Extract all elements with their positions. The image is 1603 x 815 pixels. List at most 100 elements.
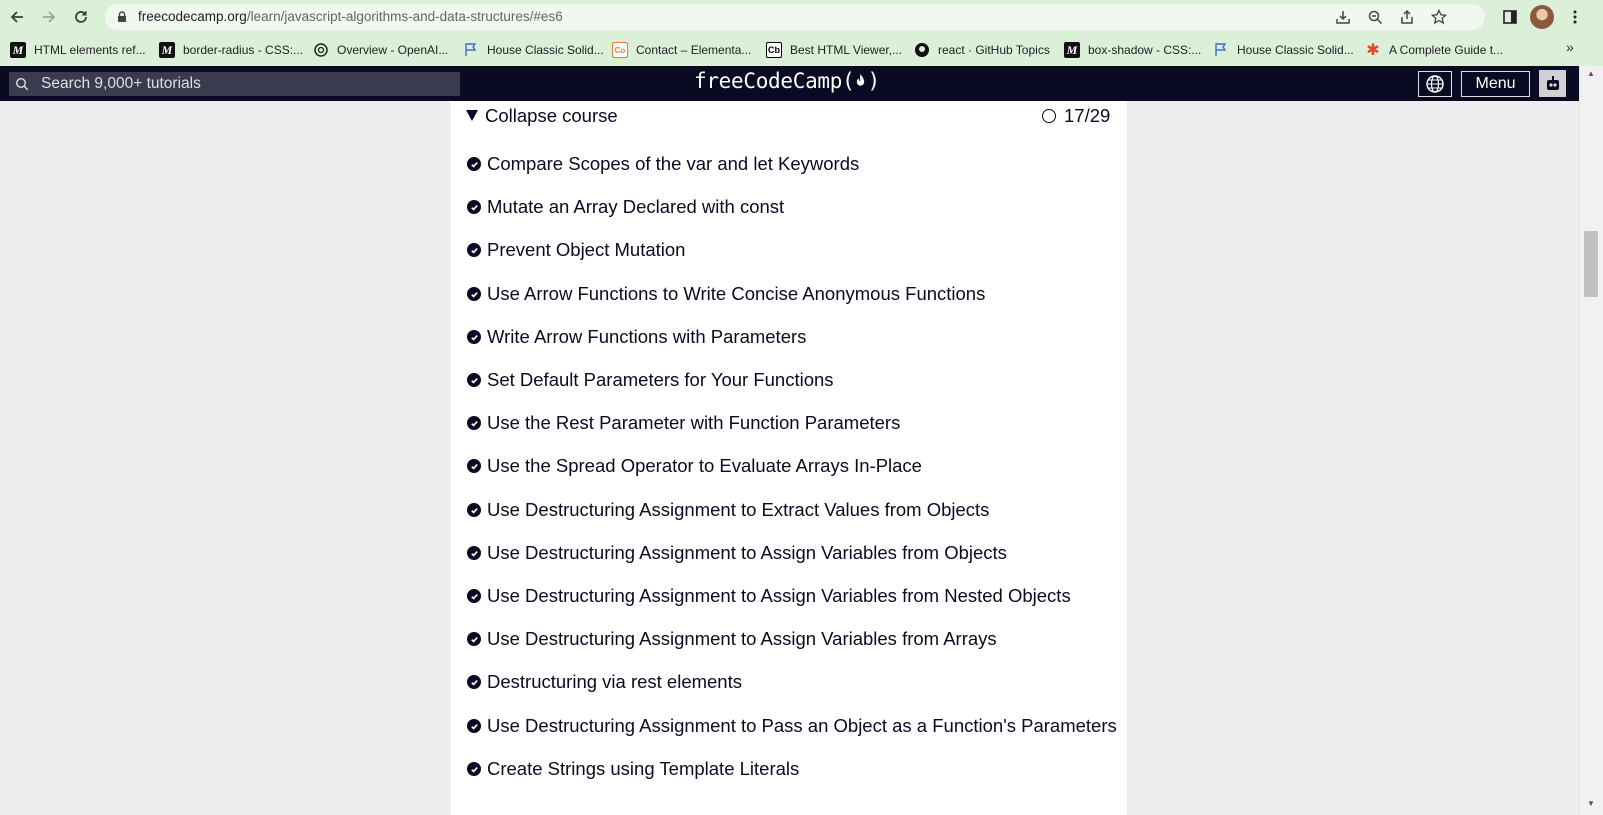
arrow-right-icon [43, 11, 56, 23]
bookmark-item[interactable]: ✱ A Complete Guide t... [1365, 39, 1503, 61]
page-scrollbar[interactable]: ▲ ▼ [1579, 66, 1603, 815]
openai-icon [313, 42, 329, 58]
browser-toolbar: freecodecamp.org/learn/javascript-algori… [0, 0, 1603, 34]
user-avatar[interactable] [1539, 70, 1566, 97]
lesson-title: Use the Rest Parameter with Function Par… [487, 412, 901, 433]
check-circle-icon [467, 459, 481, 473]
share-button[interactable] [1399, 9, 1415, 25]
fcc-logo[interactable]: freeCodeCamp() [694, 69, 880, 93]
share-icon [1401, 9, 1413, 24]
lesson-item[interactable]: Use Destructuring Assignment to Pass an … [451, 710, 1127, 744]
search-icon [15, 77, 29, 91]
lesson-title: Use the Spread Operator to Evaluate Arra… [487, 455, 922, 476]
lesson-item[interactable]: Use the Spread Operator to Evaluate Arra… [451, 450, 1127, 484]
profile-avatar[interactable] [1530, 5, 1554, 29]
scroll-up-arrow[interactable]: ▲ [1587, 69, 1595, 78]
bookmark-item[interactable]: Co Contact – Elementa... [612, 39, 751, 61]
bookmark-label: A Complete Guide t... [1389, 43, 1504, 57]
lesson-item[interactable]: Use Destructuring Assignment to Assign V… [451, 580, 1127, 614]
bookmark-item[interactable]: Overview - OpenAI... [313, 39, 448, 61]
bookmark-label: react · GitHub Topics [938, 43, 1050, 57]
lesson-title: Destructuring via rest elements [487, 671, 742, 692]
url-path: /learn/javascript-algorithms-and-data-st… [246, 9, 563, 24]
bookmark-label: Overview - OpenAI... [337, 43, 449, 57]
course-progress: 17/29 [1064, 105, 1111, 126]
asterisk-icon: ✱ [1366, 42, 1380, 59]
lesson-item[interactable]: Use Destructuring Assignment to Assign V… [451, 537, 1127, 571]
address-bar[interactable]: freecodecamp.org/learn/javascript-algori… [105, 4, 1485, 30]
scroll-down-arrow[interactable]: ▼ [1587, 799, 1595, 808]
forward-button[interactable] [37, 5, 61, 29]
more-bookmarks-button[interactable]: » [1566, 39, 1574, 55]
bookmark-star-button[interactable] [1430, 8, 1448, 25]
check-circle-icon [467, 762, 481, 776]
lesson-title: Use Destructuring Assignment to Extract … [487, 499, 990, 520]
lesson-title: Use Arrow Functions to Write Concise Ano… [487, 283, 986, 304]
globe-icon [1426, 75, 1444, 93]
codeorg-icon: Co [612, 42, 628, 58]
bookmark-label: Best HTML Viewer,... [790, 43, 903, 57]
browser-menu-button[interactable] [1564, 6, 1586, 28]
lock-icon [118, 11, 126, 22]
lesson-item[interactable]: Set Default Parameters for Your Function… [451, 364, 1127, 398]
flag-icon [1213, 42, 1229, 58]
lesson-item[interactable]: Mutate an Array Declared with const [451, 191, 1127, 225]
download-icon [1336, 11, 1350, 24]
side-panel-icon [1503, 10, 1517, 24]
check-circle-icon [467, 287, 481, 301]
search-input[interactable]: Search 9,000+ tutorials [9, 72, 460, 96]
lesson-item[interactable]: Use Arrow Functions to Write Concise Ano… [451, 278, 1127, 312]
check-circle-icon [467, 632, 481, 646]
lesson-title: Compare Scopes of the var and let Keywor… [487, 153, 860, 174]
install-button[interactable] [1335, 9, 1351, 25]
collapse-course-label: Collapse course [485, 105, 618, 126]
bookmark-label: HTML elements ref... [34, 43, 146, 57]
reload-button[interactable] [69, 5, 93, 29]
scrollbar-thumb[interactable] [1584, 231, 1598, 297]
bookmark-item[interactable]: House Classic Solid... [1213, 39, 1354, 61]
logo-text: freeCodeCamp( [694, 69, 855, 93]
language-button[interactable] [1418, 71, 1452, 97]
bookmark-item[interactable]: M HTML elements ref... [10, 39, 146, 61]
bookmark-label: border-radius - CSS:... [183, 43, 304, 57]
browser-chrome: freecodecamp.org/learn/javascript-algori… [0, 0, 1603, 66]
check-circle-icon [467, 719, 481, 733]
lesson-title: Mutate an Array Declared with const [487, 196, 785, 217]
lesson-item[interactable]: Use the Rest Parameter with Function Par… [451, 407, 1127, 441]
zoom-out-icon [1368, 10, 1383, 25]
progress-circle-icon [1042, 109, 1056, 123]
lesson-item[interactable]: Prevent Object Mutation [451, 234, 1127, 268]
bookmark-item[interactable]: Mbox-shadow - CSS:... [1064, 39, 1201, 61]
zoom-button[interactable] [1367, 9, 1383, 25]
check-circle-icon [467, 589, 481, 603]
mdn-icon: M [159, 42, 175, 58]
lesson-title: Use Destructuring Assignment to Assign V… [487, 585, 1071, 606]
lesson-title: Prevent Object Mutation [487, 239, 686, 260]
lesson-title: Create Strings using Template Literals [487, 758, 800, 779]
github-icon [914, 42, 930, 58]
camper-bot-icon [1546, 75, 1559, 90]
url-text: freecodecamp.org/learn/javascript-algori… [138, 9, 563, 24]
lesson-item[interactable]: Write Arrow Functions with Parameters [451, 321, 1127, 355]
bookmark-item[interactable]: Mborder-radius - CSS:... [159, 39, 303, 61]
lesson-item[interactable]: Use Destructuring Assignment to Extract … [451, 494, 1127, 528]
check-circle-icon [467, 330, 481, 344]
lesson-item[interactable]: Create Strings using Template Literals [451, 753, 1127, 787]
bookmark-item[interactable]: House Classic Solid... [463, 39, 604, 61]
bookmark-item[interactable]: react · GitHub Topics [914, 39, 1050, 61]
lesson-item[interactable]: Destructuring via rest elements [451, 666, 1127, 700]
lesson-item[interactable]: Use Destructuring Assignment to Assign V… [451, 623, 1127, 657]
star-icon [1430, 8, 1448, 25]
bookmark-item[interactable]: Cb Best HTML Viewer,... [766, 39, 902, 61]
course-panel: Collapse course 17/29 Compare Scopes of … [451, 101, 1127, 815]
bookmark-label: House Classic Solid... [1237, 43, 1354, 57]
collapse-course-toggle[interactable]: Collapse course 17/29 [451, 101, 1127, 135]
lesson-title: Use Destructuring Assignment to Assign V… [487, 628, 997, 649]
lesson-title: Use Destructuring Assignment to Pass an … [487, 715, 1117, 736]
check-circle-icon [467, 157, 481, 171]
flame-icon [857, 73, 865, 86]
lesson-item[interactable]: Compare Scopes of the var and let Keywor… [451, 148, 1127, 182]
back-button[interactable] [5, 5, 29, 29]
menu-button[interactable]: Menu [1461, 71, 1530, 97]
side-panel-button[interactable] [1499, 6, 1521, 28]
